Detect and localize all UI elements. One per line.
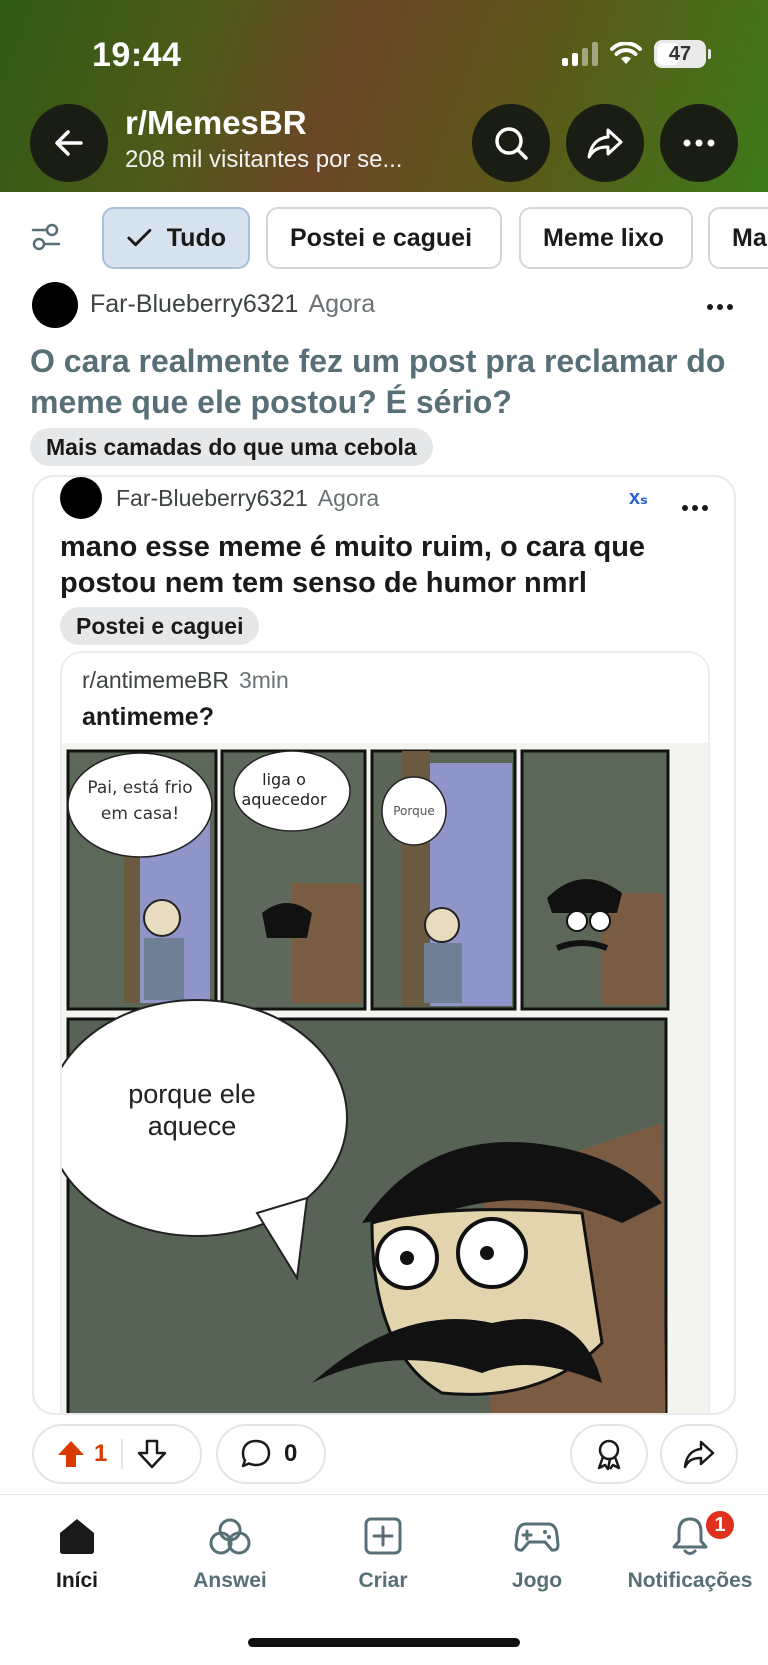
search-button[interactable] <box>472 104 550 182</box>
comic-bubble-4-line-1: porque ele <box>128 1079 256 1109</box>
crosspost-options-button[interactable] <box>682 487 708 521</box>
chip-meme-lixo[interactable]: Meme lixo <box>519 207 693 269</box>
nav-notifications[interactable]: 1 Notificações <box>620 1509 760 1593</box>
battery-level: 47 <box>668 42 692 65</box>
more-icon <box>682 505 708 511</box>
post-time: Agora <box>308 290 376 318</box>
crosspost-flair[interactable]: Postei e caguei <box>60 607 260 645</box>
nav-games[interactable]: Jogo <box>467 1515 607 1593</box>
chip-label: Postei e caguei <box>290 223 473 252</box>
chip-postei-e-caguei[interactable]: Postei e caguei <box>266 207 502 269</box>
crosspost-author[interactable]: Far-Blueberry6321 <box>116 485 308 511</box>
create-icon <box>364 1517 402 1555</box>
back-button[interactable] <box>30 104 108 182</box>
search-icon <box>495 127 528 160</box>
subreddit-visitors: 208 mil visitantes por se... <box>125 146 403 173</box>
original-time: 3min <box>238 667 289 693</box>
arrow-left-icon <box>55 130 83 156</box>
meme-image[interactable]: Pai, está frio em casa! liga o aquecedor… <box>62 743 710 1415</box>
vote-divider <box>121 1439 124 1469</box>
comment-icon <box>241 1439 271 1468</box>
nav-label: Criar <box>358 1569 408 1592</box>
nav-create[interactable]: Criar <box>313 1515 453 1593</box>
award-icon <box>597 1439 621 1471</box>
original-post-card[interactable]: r/antimemeBR 3min antimeme? Pai, está fr… <box>60 651 710 1415</box>
comic-bubble-3: Porque <box>393 804 434 818</box>
award-button[interactable] <box>570 1424 648 1484</box>
comic-bubble-2-line-2: aquecedor <box>241 790 327 809</box>
nav-answers[interactable]: Answei <box>160 1515 300 1593</box>
cellular-signal-icon <box>562 42 598 66</box>
nav-label: Iníci <box>55 1569 98 1592</box>
crosspost-meta: Far-Blueberry6321 Agora <box>116 485 379 512</box>
vote-control: 1 <box>32 1424 202 1484</box>
upvote-icon[interactable] <box>56 1439 86 1469</box>
chip-label: Meme lixo <box>543 223 664 252</box>
more-icon <box>683 139 715 147</box>
avatar[interactable] <box>60 477 102 519</box>
nav-label: Jogo <box>511 1569 563 1592</box>
share-icon <box>683 1440 715 1469</box>
wifi-icon <box>610 42 642 64</box>
more-options-button[interactable] <box>660 104 738 182</box>
more-icon <box>707 304 733 310</box>
filter-icon <box>31 223 61 251</box>
share-button[interactable] <box>566 104 644 182</box>
subreddit-name[interactable]: r/MemesBR <box>125 104 307 142</box>
chip-tudo[interactable]: Tudo <box>102 207 250 269</box>
post-author[interactable]: Far-Blueberry6321 <box>90 290 298 318</box>
chip-label: Tudo <box>166 223 226 252</box>
filter-settings-button[interactable] <box>30 222 62 257</box>
downvote-icon[interactable] <box>137 1439 167 1469</box>
original-post-title: antimeme? <box>82 703 214 731</box>
notification-badge: 1 <box>704 1509 736 1541</box>
comic-bubble-4-line-2: aquece <box>148 1111 237 1141</box>
nav-home[interactable]: Iníci <box>7 1515 147 1593</box>
translate-icon[interactable]: xₛ <box>629 485 648 510</box>
home-indicator[interactable] <box>248 1638 520 1647</box>
post-meta: Far-Blueberry6321 Agora <box>90 290 375 319</box>
comic-bubble-1-line-1: Pai, está frio <box>87 778 192 798</box>
nav-label: Answei <box>193 1569 267 1592</box>
subreddit-header: 19:44 47 r/MemesBR 208 mil visitantes po… <box>0 0 768 192</box>
post-title[interactable]: O cara realmente fez um post pra reclama… <box>30 341 740 423</box>
comic-bubble-1-line-2: em casa! <box>101 804 179 824</box>
chip-more[interactable]: Ma <box>708 207 768 269</box>
crosspost-time: Agora <box>317 485 380 511</box>
post-options-button[interactable] <box>706 286 734 320</box>
home-icon <box>60 1519 94 1554</box>
status-time: 19:44 <box>92 36 182 74</box>
answers-icon <box>209 1518 251 1555</box>
avatar[interactable] <box>32 282 78 328</box>
crosspost-body: mano esse meme é muito ruim, o cara que … <box>60 531 646 599</box>
post-flair[interactable]: Mais camadas do que uma cebola <box>30 428 433 466</box>
status-icons: 47 <box>562 40 711 68</box>
original-post-meta: r/antimemeBR 3min <box>82 667 289 694</box>
share-icon <box>587 128 623 159</box>
nav-label: Notificações <box>627 1569 753 1592</box>
vote-count: 1 <box>94 1440 108 1467</box>
comment-count: 0 <box>284 1440 298 1467</box>
battery-icon: 47 <box>654 40 711 68</box>
gamepad-icon <box>514 1522 560 1552</box>
share-post-button[interactable] <box>660 1424 738 1484</box>
crosspost-card[interactable]: Far-Blueberry6321 Agora xₛ mano esse meme… <box>32 475 736 1415</box>
checkmark-icon <box>127 228 152 247</box>
chip-label: Ma <box>732 223 767 252</box>
original-subreddit[interactable]: r/antimemeBR <box>82 667 229 693</box>
flair-filter-bar: Tudo Postei e caguei Meme lixo Ma <box>0 202 768 272</box>
comic-bubble-2-line-1: liga o <box>262 770 306 789</box>
comments-button[interactable]: 0 <box>216 1424 326 1484</box>
